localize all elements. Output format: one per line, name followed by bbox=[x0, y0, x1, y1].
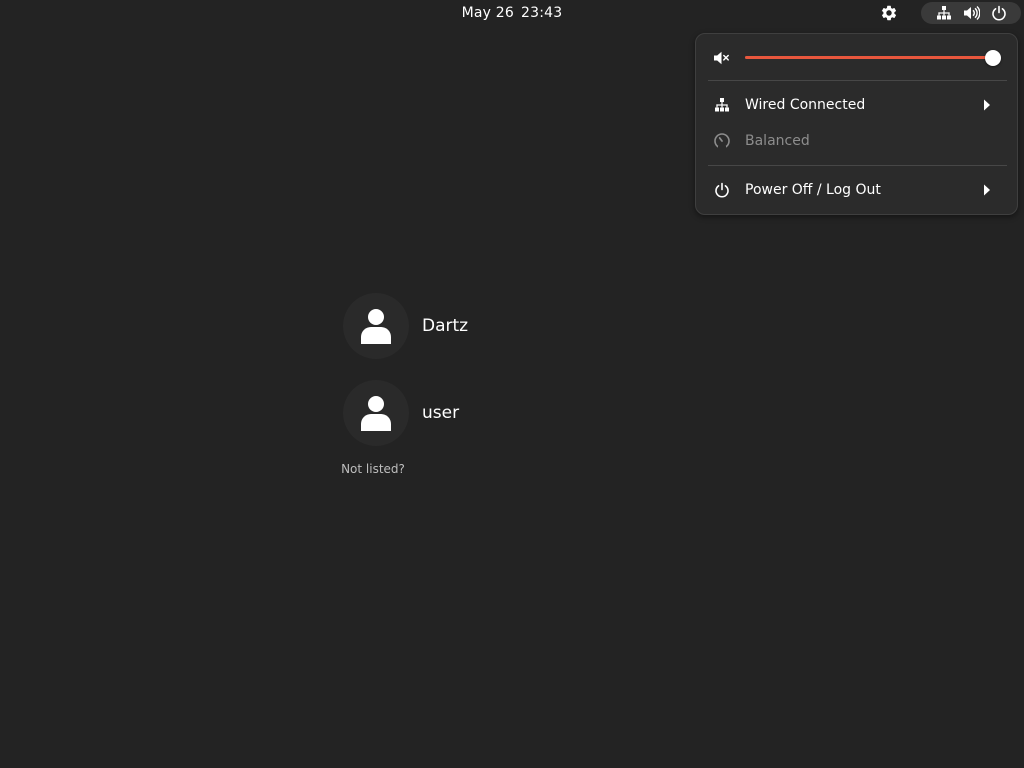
menu-item-wired-network[interactable]: Wired Connected bbox=[704, 89, 1009, 121]
chevron-right-icon bbox=[981, 184, 993, 196]
accessibility-menu-button[interactable] bbox=[876, 1, 902, 25]
speaker-muted-icon[interactable] bbox=[713, 49, 731, 67]
menu-separator bbox=[708, 80, 1007, 81]
chevron-right-icon bbox=[981, 99, 993, 111]
gear-icon bbox=[881, 5, 897, 21]
menu-item-power-off[interactable]: Power Off / Log Out bbox=[704, 174, 1009, 206]
quick-settings-menu: Wired Connected Balanced Power Off / Log… bbox=[695, 33, 1018, 215]
power-profile-icon bbox=[713, 132, 731, 150]
network-wired-icon bbox=[935, 4, 953, 22]
volume-slider-fill bbox=[745, 56, 993, 59]
menu-item-label: Wired Connected bbox=[745, 97, 866, 113]
power-icon bbox=[713, 181, 731, 199]
avatar-icon bbox=[361, 309, 391, 344]
clock-time: 23:43 bbox=[521, 5, 563, 21]
menu-separator bbox=[708, 165, 1007, 166]
speaker-icon bbox=[962, 4, 980, 22]
clock-date: May 26 bbox=[461, 5, 515, 21]
avatar bbox=[343, 380, 409, 446]
avatar-icon bbox=[361, 396, 391, 431]
menu-item-power-profile: Balanced bbox=[704, 125, 1009, 157]
avatar bbox=[343, 293, 409, 359]
system-status-button[interactable] bbox=[921, 2, 1021, 24]
power-icon bbox=[990, 4, 1008, 22]
user-list-item-user[interactable]: user bbox=[343, 380, 583, 446]
volume-slider-handle[interactable] bbox=[985, 50, 1001, 66]
menu-item-label: Power Off / Log Out bbox=[745, 182, 881, 198]
user-list-item-dartz[interactable]: Dartz bbox=[343, 293, 583, 359]
network-wired-icon bbox=[713, 96, 731, 114]
volume-slider[interactable] bbox=[745, 48, 1001, 68]
clock[interactable]: May 26 23:43 bbox=[448, 3, 576, 23]
menu-item-label: Balanced bbox=[745, 133, 810, 149]
user-name: Dartz bbox=[422, 316, 469, 336]
user-name: user bbox=[422, 403, 460, 423]
top-bar: May 26 23:43 bbox=[0, 0, 1024, 26]
not-listed-link[interactable]: Not listed? bbox=[333, 462, 413, 480]
